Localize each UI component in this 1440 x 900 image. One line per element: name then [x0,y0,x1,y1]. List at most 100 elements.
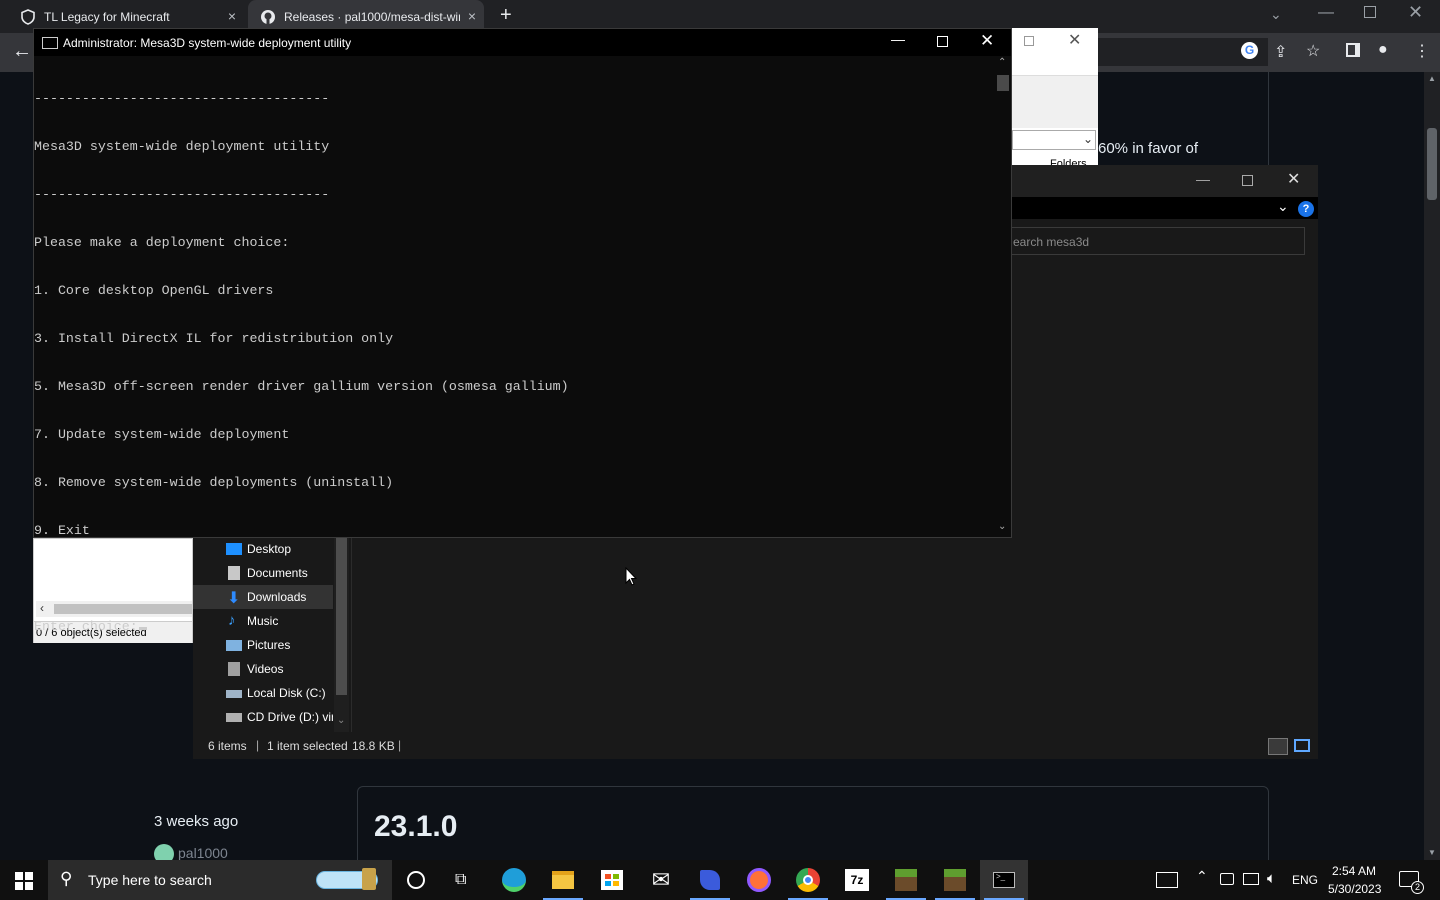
minecraft-taskbar-button[interactable] [931,860,979,900]
status-selected: 1 item selected [267,739,348,753]
console-input-line[interactable]: Enter choice: [34,619,569,635]
console-line: 8. Remove system-wide deployments (unins… [34,475,394,490]
file-explorer-taskbar-button[interactable] [539,860,587,900]
language-indicator[interactable]: ENG [1292,873,1318,887]
console-line: ------------------------------------- [34,187,330,202]
page-scroll-thumb[interactable] [1427,128,1437,200]
tab-title: Releases · pal1000/mesa-dist-win [284,9,460,24]
mail-icon: ✉ [651,867,671,892]
minecraft-taskbar-button[interactable] [882,860,930,900]
chrome-taskbar-button[interactable] [784,860,832,900]
status-size: 18.8 KB [352,739,395,753]
console-line: 5. Mesa3D off-screen render driver galli… [34,379,569,394]
7zip-icon: 7z [845,869,869,891]
google-icon[interactable]: G [1241,42,1258,59]
mouse-cursor-icon [625,567,637,586]
task-view-icon[interactable]: ⧉ [455,871,466,889]
minimize-icon[interactable]: — [1318,4,1334,22]
console-app-icon [42,37,58,49]
7zip-taskbar-button[interactable]: 7z [833,860,881,900]
console-line: Please make a deployment choice: [34,235,290,250]
restore-icon[interactable] [1024,36,1034,46]
console-titlebar: Administrator: Mesa3D system-wide deploy… [34,29,1011,56]
restore-icon[interactable] [1364,6,1376,18]
close-icon[interactable]: ✕ [980,31,994,51]
details-view-icon[interactable] [1268,738,1288,755]
clock-date[interactable]: 5/30/2023 [1328,882,1381,896]
scroll-up-arrow[interactable]: ⌃ [998,57,1006,68]
volume-muted-icon[interactable]: 🔈︎ [1267,870,1276,887]
scroll-down-arrow[interactable]: ⌄ [337,715,345,726]
github-icon [261,9,275,24]
close-tab-icon[interactable]: × [468,8,476,24]
divider [1268,72,1269,167]
console-scroll-thumb[interactable] [997,75,1009,91]
edge-taskbar-button[interactable] [490,860,538,900]
edge-icon [502,868,526,892]
minimize-icon[interactable]: — [891,31,905,47]
status-separator: | [256,738,260,752]
nav-item-local-disk[interactable]: Local Disk (C:) [193,681,333,705]
console-line: Mesa3D system-wide deployment utility [34,139,330,154]
search-icon: ⚲ [60,869,73,888]
share-icon[interactable]: ⇪ [1274,42,1287,62]
minecraft-icon [944,869,966,891]
minimize-icon[interactable]: — [1196,171,1210,187]
console-scrollbar[interactable]: ⌃ ⌄ [995,57,1011,537]
news-widget-icon[interactable] [1156,872,1178,888]
taskbar-search-placeholder: Type here to search [88,872,212,888]
close-tab-icon[interactable]: × [228,8,236,24]
new-tab-button[interactable]: + [500,4,512,27]
tab-search-icon[interactable]: ⌄ [1270,6,1282,23]
store-icon [601,870,623,890]
app-taskbar-button[interactable] [686,860,734,900]
start-windows-icon[interactable] [15,872,33,890]
help-icon[interactable]: ? [1298,201,1314,217]
terminal-taskbar-button[interactable]: >_ [980,860,1028,900]
dialog-dropdown[interactable]: ⌄ [1012,130,1096,150]
file-explorer-icon [552,871,574,889]
close-icon[interactable]: ✕ [1068,30,1081,50]
bookmark-star-icon[interactable]: ☆ [1306,41,1320,61]
console-line: 9. Exit [34,523,90,538]
chrome-icon [796,868,820,892]
console-window: Administrator: Mesa3D system-wide deploy… [33,28,1012,634]
console-output: ------------------------------------- Me… [34,59,569,667]
text-cursor [138,627,147,630]
minecraft-icon [895,869,917,891]
console-line: 3. Install DirectX IL for redistribution… [34,331,394,346]
console-line: 1. Core desktop OpenGL drivers [34,283,274,298]
release-author[interactable]: pal1000 [178,845,228,861]
drive-icon [226,690,242,698]
close-icon[interactable]: ✕ [1287,169,1300,189]
clock-time[interactable]: 2:54 AM [1332,864,1376,878]
profile-icon[interactable]: ● [1378,41,1388,59]
close-window-icon[interactable]: ✕ [1408,2,1423,23]
scroll-up-arrow[interactable]: ▲ [1428,74,1436,83]
menu-kebab-icon[interactable]: ⋮ [1414,41,1430,61]
nav-item-cd-drive[interactable]: CD Drive (D:) virt [193,705,333,729]
store-taskbar-button[interactable] [588,860,636,900]
meet-now-icon[interactable] [1220,873,1234,885]
maximize-icon[interactable] [1242,175,1253,186]
side-panel-icon[interactable] [1346,43,1360,57]
background-dialog: ✕ ⌄ Folders [1008,28,1098,168]
taskbar-search-box[interactable]: ⚲ Type here to search [48,860,392,900]
scroll-down-arrow[interactable]: ▼ [1428,848,1436,857]
maximize-icon[interactable] [937,36,948,47]
ribbon-expand-chevron-icon[interactable]: ⌄ [1277,198,1289,215]
notification-count-badge: 2 [1411,881,1424,894]
back-icon[interactable]: ← [12,40,32,63]
cortana-icon[interactable] [407,871,425,889]
console-prompt: Enter choice: [34,619,138,634]
app-icon [700,870,720,890]
dialog-panel [1008,76,1098,128]
large-icons-view-icon[interactable] [1294,739,1310,752]
firefox-taskbar-button[interactable] [735,860,783,900]
scroll-down-arrow[interactable]: ⌄ [998,521,1006,532]
mail-taskbar-button[interactable]: ✉ [637,860,685,900]
network-icon[interactable] [1243,873,1259,885]
search-box[interactable]: earch mesa3d [1008,227,1305,255]
show-hidden-icons-icon[interactable]: ⌃ [1196,868,1208,885]
release-version[interactable]: 23.1.0 [374,810,457,844]
